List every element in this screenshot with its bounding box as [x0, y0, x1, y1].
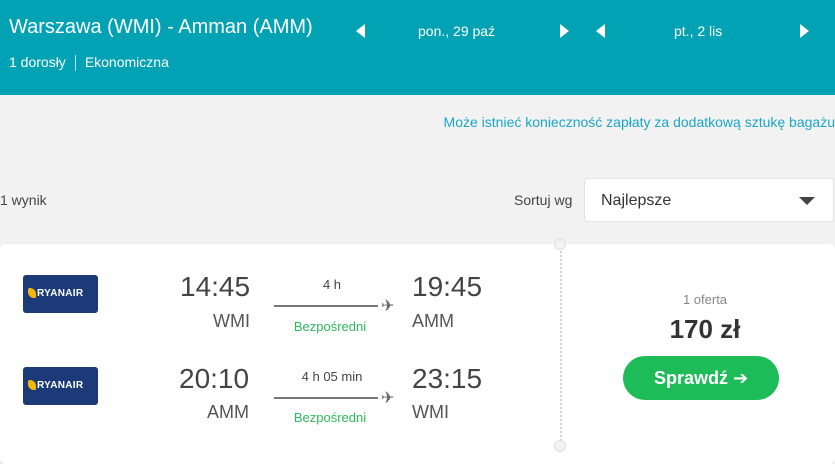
stops-label: Bezpośredni: [293, 410, 367, 425]
sort-value: Najlepsze: [601, 192, 672, 209]
depart-time: 14:45: [180, 271, 251, 302]
return-date-picker: pt., 2 lis: [596, 22, 810, 42]
flight-duration: 4 h: [322, 277, 342, 292]
prev-date-icon[interactable]: [596, 24, 605, 38]
next-date-icon[interactable]: [800, 24, 809, 38]
harp-icon: [28, 380, 36, 390]
search-header: Warszawa (WMI) - Amman (AMM) 1 dorosły Ek…: [0, 0, 835, 95]
flight-duration: 4 h 05 min: [301, 369, 363, 384]
depart-code: WMI: [213, 311, 250, 331]
airline-name: RYANAIR: [37, 380, 84, 391]
route-title[interactable]: Warszawa (WMI) - Amman (AMM): [9, 16, 313, 39]
cabin-class: Ekonomiczna: [84, 54, 169, 70]
card-divider: [560, 244, 562, 452]
arrive-time: 23:15: [412, 363, 483, 394]
depart-time: 20:10: [179, 363, 250, 394]
prev-date-icon[interactable]: [356, 24, 365, 38]
outbound-date-picker: pon., 29 paź: [356, 22, 570, 42]
sort-dropdown[interactable]: Najlepsze: [584, 178, 834, 222]
depart-code: AMM: [207, 402, 249, 422]
arrive-time: 19:45: [412, 271, 483, 302]
plane-icon: ✈: [381, 390, 395, 407]
arrive-code: WMI: [412, 402, 449, 422]
passenger-count: 1 dorosły: [9, 54, 66, 70]
flight-line: [274, 305, 378, 307]
price: 170 zł: [669, 314, 741, 344]
chevron-down-icon: [799, 197, 815, 205]
check-button[interactable]: Sprawdź ➔: [623, 356, 779, 400]
results-count: 1 wynik: [0, 192, 47, 208]
baggage-notice-link[interactable]: Może istnieć konieczność zapłaty za doda…: [444, 114, 835, 130]
airline-logo: RYANAIR: [23, 367, 98, 405]
stops-label: Bezpośredni: [293, 319, 367, 334]
separator: [74, 55, 76, 72]
airline-name: RYANAIR: [37, 288, 84, 299]
flight-line: [274, 397, 378, 399]
offers-count: 1 oferta: [682, 292, 728, 307]
result-card[interactable]: RYANAIR 14:45 WMI 4 h ✈ Bezpośredni 19:4…: [0, 238, 835, 464]
sort-label: Sortuj wg: [514, 192, 573, 208]
return-date[interactable]: pt., 2 lis: [674, 23, 722, 39]
arrive-code: AMM: [412, 311, 454, 331]
card-notch-bottom: [554, 440, 566, 452]
card-notch-top: [554, 238, 566, 250]
next-date-icon[interactable]: [560, 24, 569, 38]
plane-icon: ✈: [381, 298, 395, 315]
airline-logo: RYANAIR: [23, 275, 98, 313]
passenger-info[interactable]: 1 dorosły Ekonomiczna: [9, 54, 169, 72]
outbound-date[interactable]: pon., 29 paź: [418, 23, 495, 39]
harp-icon: [28, 288, 36, 298]
